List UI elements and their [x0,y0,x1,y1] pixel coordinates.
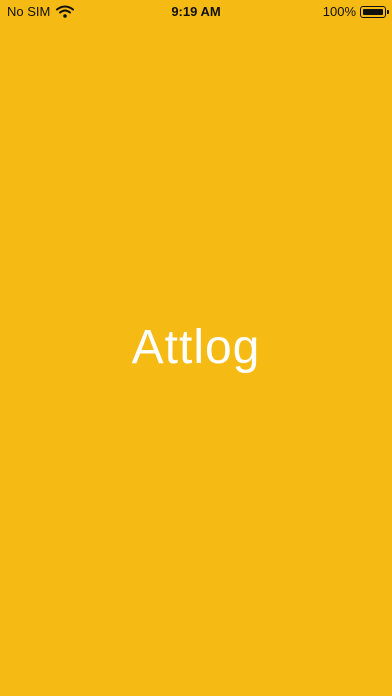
status-bar: No SIM 9:19 AM 100% [0,0,392,24]
battery-nub [387,9,389,14]
splash-screen: No SIM 9:19 AM 100% Attlog [0,0,392,696]
battery-icon [360,5,389,18]
battery-percent: 100% [322,4,356,19]
app-title: Attlog [131,321,261,374]
battery-fill [363,8,383,15]
status-right: 100% [322,4,389,19]
